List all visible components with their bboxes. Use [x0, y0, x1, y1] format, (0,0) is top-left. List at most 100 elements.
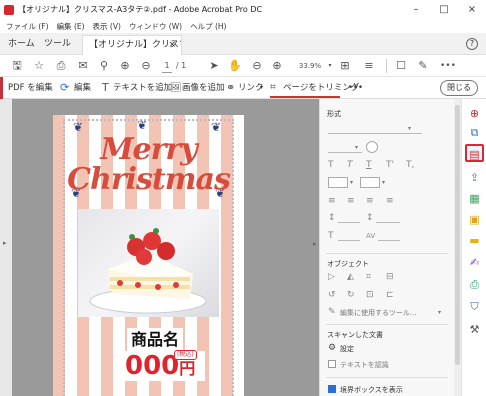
font-family-dropdown-icon[interactable]: ▾	[408, 125, 411, 132]
comment-bubble-icon[interactable]: ▬	[465, 232, 484, 250]
save-icon[interactable]: 🖫	[10, 59, 24, 73]
line-spacing-icon[interactable]: ↕	[328, 212, 336, 224]
flip-vertical-icon[interactable]: ▷	[328, 271, 335, 283]
crop-image-icon[interactable]: ⌗	[366, 271, 371, 283]
align-right-icon[interactable]: ≡	[366, 195, 374, 207]
tab-home[interactable]: ホーム	[8, 33, 35, 55]
bullet-list-dropdown-icon[interactable]: ▾	[350, 179, 353, 186]
subscript-icon[interactable]: T,	[406, 159, 414, 171]
email-icon[interactable]: ✉	[76, 59, 90, 73]
poster-title-merry[interactable]: Merry	[53, 135, 244, 165]
edit-using-tool-button[interactable]: 編集に使用するツール...	[340, 308, 417, 318]
create-pdf-icon[interactable]: ⊕	[465, 105, 484, 123]
export-pdf-icon[interactable]: ⇪	[465, 169, 484, 187]
color-picker-icon[interactable]	[366, 141, 378, 153]
menu-edit[interactable]: 編集 (E)	[57, 21, 85, 32]
paragraph-spacing-select[interactable]	[376, 212, 400, 223]
align-objects-icon[interactable]: ⊏	[386, 289, 394, 301]
menu-view[interactable]: 表示 (V)	[93, 21, 121, 32]
zoom-level[interactable]: 33.9%	[294, 59, 326, 73]
panel-scrollbar[interactable]	[454, 99, 461, 396]
edit-pdf-icon[interactable]: ▤	[465, 144, 484, 162]
menu-window[interactable]: ウィンドウ (W)	[129, 21, 182, 32]
protect-icon[interactable]: ⛉	[465, 298, 484, 316]
page-up-icon[interactable]: ⊕	[118, 59, 132, 73]
replace-image-icon[interactable]: ⊡	[366, 289, 374, 301]
paragraph-spacing-icon[interactable]: ↕	[366, 212, 374, 224]
bookmark-star-icon[interactable]: ☆	[32, 59, 46, 73]
product-name-text[interactable]: 商品名	[127, 328, 183, 352]
text-style-icon[interactable]: T	[328, 159, 334, 171]
print-production-icon[interactable]: ⎙	[465, 276, 484, 294]
panel-separator	[326, 377, 448, 378]
underline-icon[interactable]: T	[366, 159, 372, 171]
rotate-right-icon[interactable]: ↻	[347, 289, 355, 301]
page-number-input[interactable]: 1	[162, 59, 172, 73]
align-center-icon[interactable]: ≡	[347, 195, 355, 207]
print-icon[interactable]: ⎙	[54, 59, 68, 73]
menu-help[interactable]: ヘルプ (H)	[190, 21, 226, 32]
expand-left-icon[interactable]: ▸	[3, 239, 7, 247]
add-text-button[interactable]: テキストを追加	[113, 77, 172, 99]
organize-pages-icon[interactable]: ▦	[465, 190, 484, 208]
price-value: 000	[125, 351, 180, 381]
zoom-out-icon[interactable]: ⊖	[250, 59, 264, 73]
close-tab-icon[interactable]: ×	[168, 36, 176, 54]
font-size-dropdown-icon[interactable]: ▾	[355, 144, 358, 151]
hand-icon[interactable]: ✋	[228, 59, 242, 73]
align-left-icon[interactable]: ≡	[328, 195, 336, 207]
page-down-icon[interactable]: ⊖	[139, 59, 153, 73]
fit-page-icon[interactable]: ⊞	[338, 59, 352, 73]
scroll-mode-icon[interactable]: ≡	[362, 59, 376, 73]
zoom-dropdown-icon[interactable]: ▾	[326, 59, 334, 73]
zoom-in-icon[interactable]: ⊕	[270, 59, 284, 73]
fill-sign-icon[interactable]: ✍	[465, 254, 484, 272]
more-tools-icon[interactable]: •••	[440, 59, 456, 73]
char-spacing-select[interactable]	[378, 230, 400, 241]
help-icon[interactable]: ?	[466, 38, 478, 50]
pdf-page[interactable]: ❦ ❦ ❦ ❦ ❦ Merry Christmas 商品名 000円 (税込)	[53, 115, 244, 396]
edit-using-dropdown-icon[interactable]: ▾	[438, 309, 441, 316]
pen-icon[interactable]: ✎	[416, 59, 430, 73]
justify-icon[interactable]: ≡	[386, 195, 394, 207]
minimize-button[interactable]: –	[402, 0, 430, 19]
link-dropdown-icon[interactable]: ▾	[260, 77, 263, 99]
comment-tool-icon[interactable]: ▣	[465, 211, 484, 229]
scrollbar-thumb[interactable]	[455, 105, 460, 365]
collapse-right-panel-icon[interactable]: ▸	[313, 240, 317, 248]
maximize-button[interactable]: □	[430, 0, 458, 19]
more-edit-options-icon[interactable]: •••	[348, 77, 363, 99]
flip-horizontal-icon[interactable]: ◭	[347, 271, 354, 283]
select-cursor-icon[interactable]: ➤	[208, 59, 220, 73]
recognize-text-checkbox[interactable]	[328, 360, 336, 368]
edit-button[interactable]: 編集	[74, 77, 91, 99]
menu-file[interactable]: ファイル (F)	[6, 21, 49, 32]
bullet-list-icon[interactable]	[328, 177, 348, 188]
search-icon[interactable]: ⚲	[97, 59, 111, 73]
numbered-list-dropdown-icon[interactable]: ▾	[382, 179, 385, 186]
scale-select[interactable]	[338, 230, 360, 241]
combine-files-icon[interactable]: ⧉	[465, 124, 484, 142]
scale-icon[interactable]: T	[328, 230, 334, 242]
tab-document[interactable]: 【オリジナル】クリスマ... ×	[82, 35, 182, 55]
add-image-button[interactable]: 画像を追加	[182, 77, 225, 99]
superscript-icon[interactable]: T'	[386, 159, 394, 171]
left-panel-collapse[interactable]: ▸	[0, 99, 12, 396]
numbered-list-icon[interactable]	[360, 177, 380, 188]
rotate-left-icon[interactable]: ↺	[328, 289, 336, 301]
arrange-icon[interactable]: ⊟	[386, 271, 394, 283]
scanned-section-title: スキャンした文書	[327, 331, 383, 339]
poster-title-christmas[interactable]: Christmas	[53, 165, 244, 195]
tab-tools[interactable]: ツール	[44, 33, 71, 55]
settings-gear-icon[interactable]: ⚙	[328, 342, 336, 354]
char-spacing-icon[interactable]: AV	[366, 230, 375, 242]
close-edit-button[interactable]: 閉じる	[440, 80, 478, 96]
more-tools-rail-icon[interactable]: ⚒	[465, 321, 484, 339]
cake-photo[interactable]	[78, 209, 219, 317]
close-window-button[interactable]: ×	[458, 0, 486, 19]
comment-icon[interactable]: ☐	[394, 59, 408, 73]
show-bbox-checkbox[interactable]	[328, 385, 336, 393]
italic-icon[interactable]: T	[347, 159, 353, 171]
line-spacing-select[interactable]	[338, 212, 360, 223]
settings-button[interactable]: 設定	[340, 344, 354, 354]
